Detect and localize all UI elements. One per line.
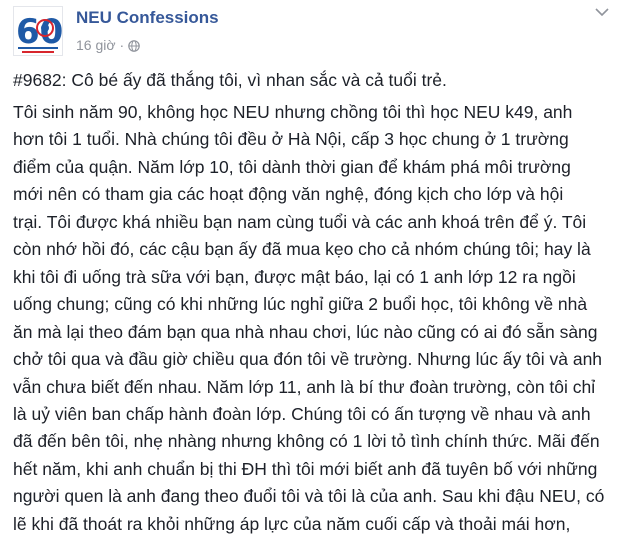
body-line: vẫn chưa biết đến nhau. Năm lớp 11, anh …: [13, 376, 596, 397]
facebook-post: 60 NEU Confessions 16 giờ · #9682: Cô bé…: [0, 0, 622, 534]
body-line: người quen là anh đang theo đuổi tôi và …: [13, 486, 605, 507]
meta-separator: ·: [119, 37, 125, 53]
page-name-link[interactable]: NEU Confessions: [76, 8, 219, 28]
body-line: lẽ khi đã thoát ra khỏi những áp lực của…: [13, 513, 571, 534]
body-line: khi tôi đi uống trà sữa với bạn, được mậ…: [13, 266, 576, 287]
chevron-down-icon[interactable]: [590, 6, 614, 18]
body-line: mới nên có tham gia các hoạt động văn ng…: [13, 184, 564, 205]
body-line: hết năm, khi anh chuẩn bị thi ĐH thì tôi…: [13, 458, 598, 479]
body-line: chở tôi qua và đầu giờ chiều qua đón tôi…: [13, 349, 603, 370]
body-line: ăn mà lại theo đám bạn qua nhà nhau chơi…: [13, 321, 598, 342]
body-line: uống chung; cũng có khi những lúc nghỉ g…: [13, 294, 588, 315]
post-body: Tôi sinh năm 90, không học NEU nhưng chồ…: [13, 99, 613, 538]
page-avatar[interactable]: 60: [13, 6, 63, 56]
body-line: hơn tôi 1 tuổi. Nhà chúng tôi đều ở Hà N…: [13, 129, 569, 150]
post-meta: 16 giờ ·: [76, 36, 141, 54]
body-line: điểm của quận. Năm lớp 10, tôi dành thời…: [13, 156, 571, 177]
body-line: đã đến bên tôi, nhẹ nhàng nhưng không có…: [13, 431, 600, 452]
body-line: trại. Tôi được khá nhiều bạn nam cùng tu…: [13, 211, 587, 232]
post-title: #9682: Cô bé ấy đã thắng tôi, vì nhan sắ…: [13, 70, 447, 90]
body-line: là uỷ viên ban chấp hành đoàn lớp. Chúng…: [13, 403, 591, 424]
globe-icon: [128, 39, 141, 52]
body-line: Tôi sinh năm 90, không học NEU nhưng chồ…: [13, 102, 573, 122]
body-line: còn nhớ hồi đó, các cậu bạn ấy đã mua kẹ…: [13, 239, 591, 260]
neu-logo: 60: [14, 7, 62, 55]
post-timestamp[interactable]: 16 giờ: [76, 37, 116, 53]
